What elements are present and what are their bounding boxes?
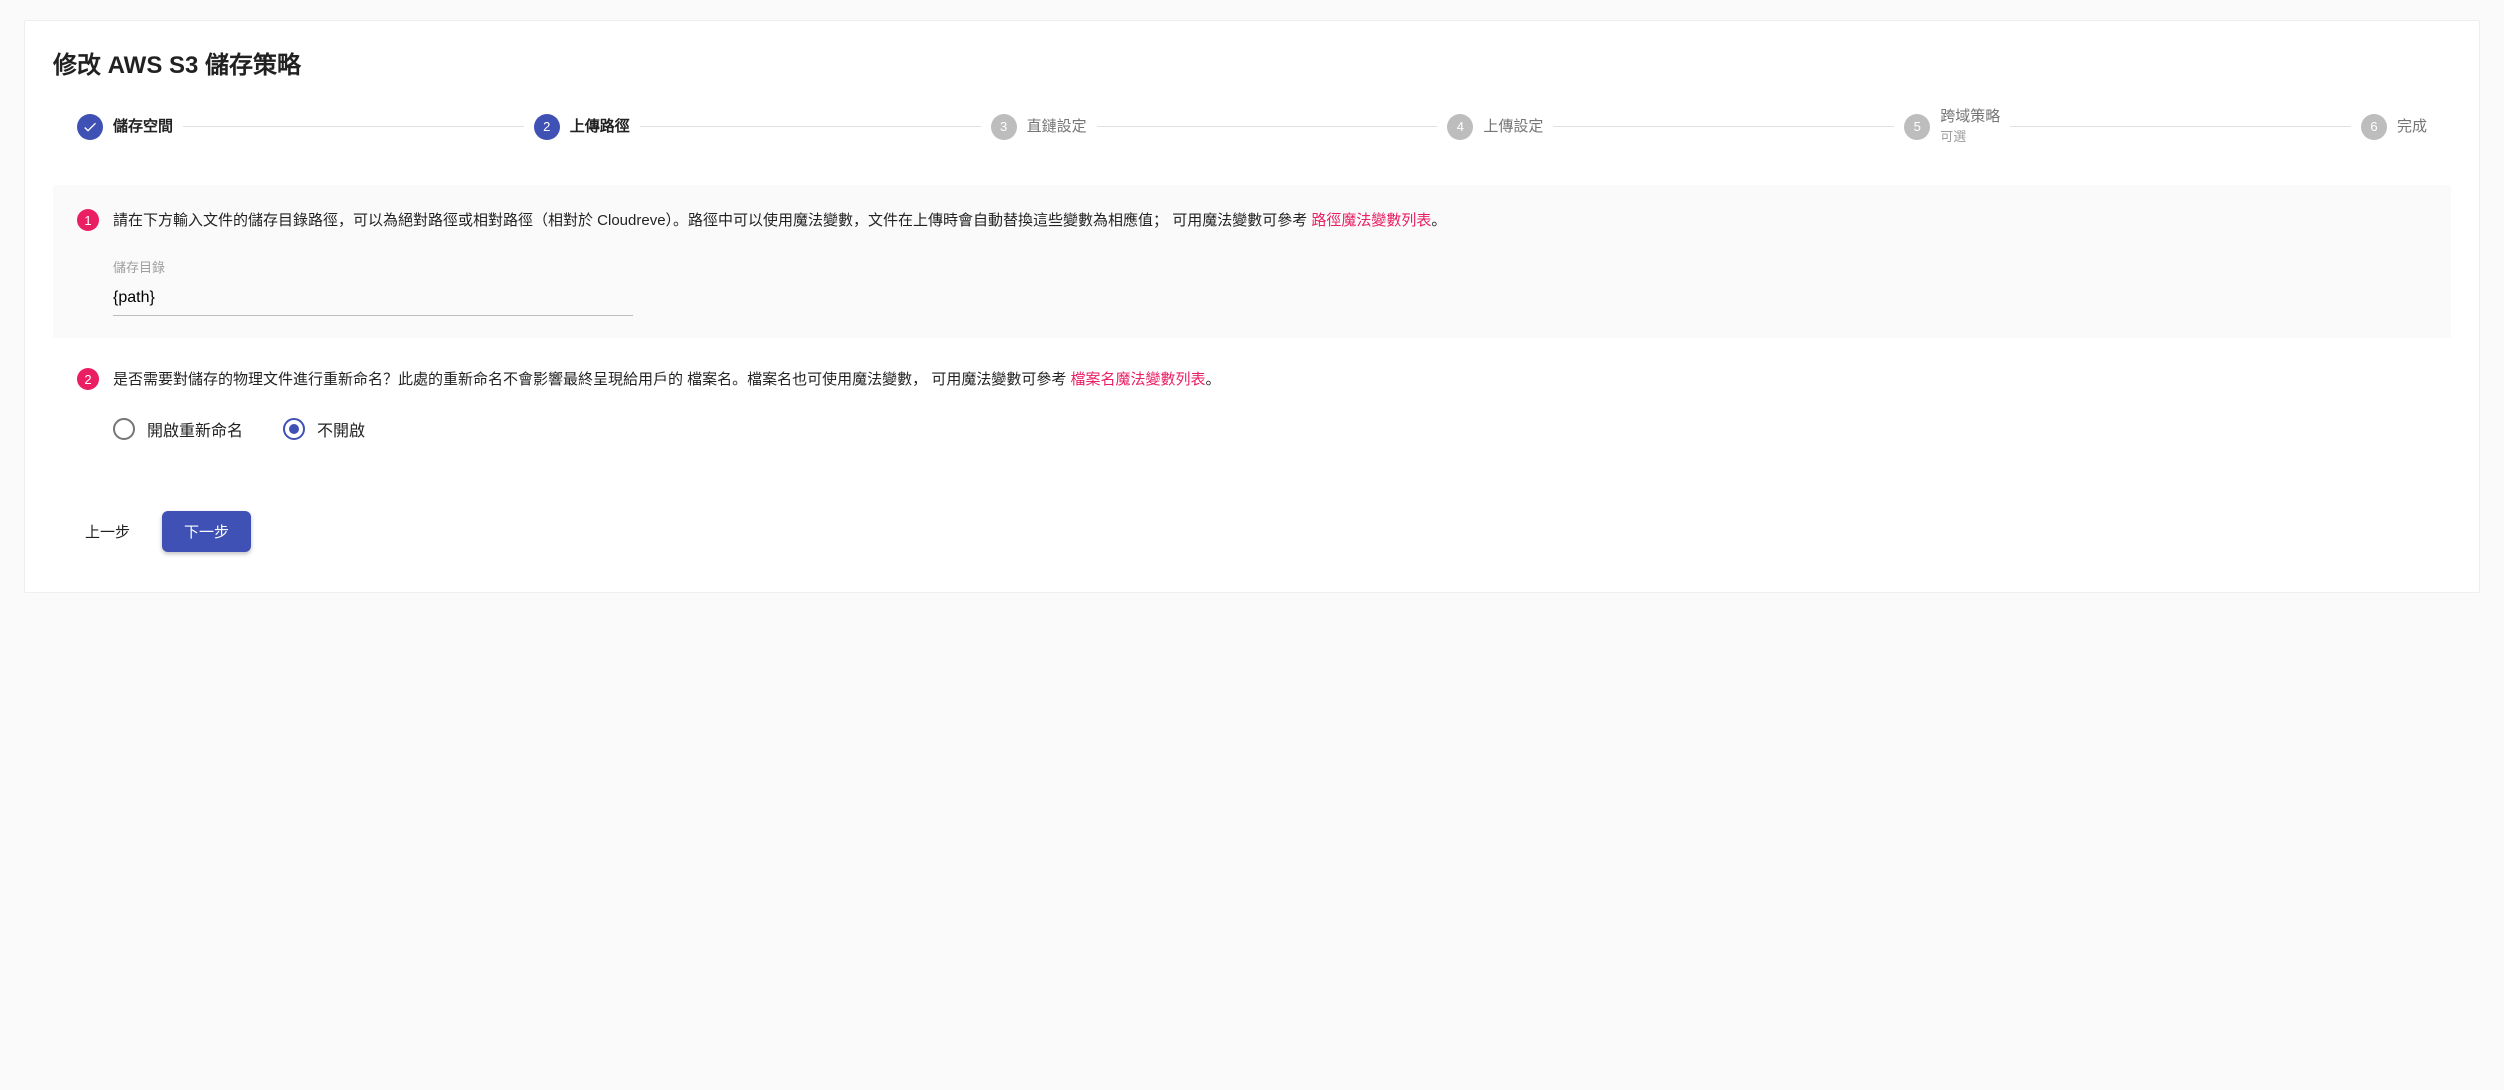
step-connector [2010, 126, 2351, 127]
item-badge: 1 [77, 209, 99, 231]
step-sublabel: 可選 [1940, 126, 2000, 145]
item-badge: 2 [77, 368, 99, 390]
path-magic-vars-link[interactable]: 路徑魔法變數列表 [1311, 212, 1431, 229]
filename-magic-vars-link[interactable]: 檔案名魔法變數列表 [1071, 371, 1206, 388]
radio-disable-rename[interactable]: 不開啟 [283, 417, 365, 441]
step-storage[interactable]: 儲存空間 [77, 114, 173, 140]
wizard-buttons: 上一步 下一步 [53, 511, 2451, 552]
step-direct-link[interactable]: 3 直鏈設定 [991, 114, 1087, 140]
page-title: 修改 AWS S3 儲存策略 [53, 45, 2451, 80]
policy-edit-card: 修改 AWS S3 儲存策略 儲存空間 2 上傳路徑 3 直鏈設定 4 上傳設定… [24, 20, 2480, 593]
desc-text: 是否需要對儲存的物理文件進行重新命名？此處的重新命名不會影響最終呈現給用戶的 檔… [113, 371, 1071, 388]
rename-radio-group: 開啟重新命名 不開啟 [77, 417, 2427, 441]
step-number-icon: 4 [1447, 114, 1473, 140]
step-finish[interactable]: 6 完成 [2361, 114, 2427, 140]
radio-label: 不開啟 [317, 417, 365, 441]
back-button[interactable]: 上一步 [77, 511, 138, 552]
storage-path-section: 1 請在下方輸入文件的儲存目錄路徑，可以為絕對路徑或相對路徑（相對於 Cloud… [53, 185, 2451, 338]
step-upload-path[interactable]: 2 上傳路徑 [534, 114, 630, 140]
step-number-icon: 2 [534, 114, 560, 140]
rename-section: 2 是否需要對儲存的物理文件進行重新命名？此處的重新命名不會影響最終呈現給用戶的… [53, 366, 2451, 441]
radio-label: 開啟重新命名 [147, 417, 243, 441]
desc-text: 請在下方輸入文件的儲存目錄路徑，可以為絕對路徑或相對路徑（相對於 Cloudre… [113, 212, 1311, 229]
desc-text: 。 [1206, 371, 1221, 388]
desc-text: 。 [1431, 212, 1446, 229]
step-connector [183, 126, 524, 127]
step-label: 直鏈設定 [1027, 118, 1087, 136]
next-button[interactable]: 下一步 [162, 511, 251, 552]
stepper: 儲存空間 2 上傳路徑 3 直鏈設定 4 上傳設定 5 跨域策略 可選 6 [53, 108, 2451, 185]
step-number-icon: 5 [1904, 114, 1930, 140]
step-label: 儲存空間 [113, 118, 173, 136]
storage-path-description: 請在下方輸入文件的儲存目錄路徑，可以為絕對路徑或相對路徑（相對於 Cloudre… [113, 207, 1446, 316]
radio-enable-rename[interactable]: 開啟重新命名 [113, 417, 243, 441]
radio-icon [283, 418, 305, 440]
storage-dir-input[interactable] [113, 283, 633, 316]
step-connector [640, 126, 981, 127]
step-label: 上傳設定 [1483, 118, 1543, 136]
step-label: 跨域策略 [1940, 108, 2000, 126]
rename-description: 是否需要對儲存的物理文件進行重新命名？此處的重新命名不會影響最終呈現給用戶的 檔… [113, 366, 1221, 393]
step-number-icon: 3 [991, 114, 1017, 140]
step-upload-settings[interactable]: 4 上傳設定 [1447, 114, 1543, 140]
radio-icon [113, 418, 135, 440]
step-label: 完成 [2397, 118, 2427, 136]
step-connector [1553, 126, 1894, 127]
step-label: 上傳路徑 [570, 118, 630, 136]
step-connector [1097, 126, 1438, 127]
check-icon [77, 114, 103, 140]
step-cors[interactable]: 5 跨域策略 可選 [1904, 108, 2000, 145]
step-number-icon: 6 [2361, 114, 2387, 140]
storage-dir-label: 儲存目錄 [113, 256, 1446, 279]
